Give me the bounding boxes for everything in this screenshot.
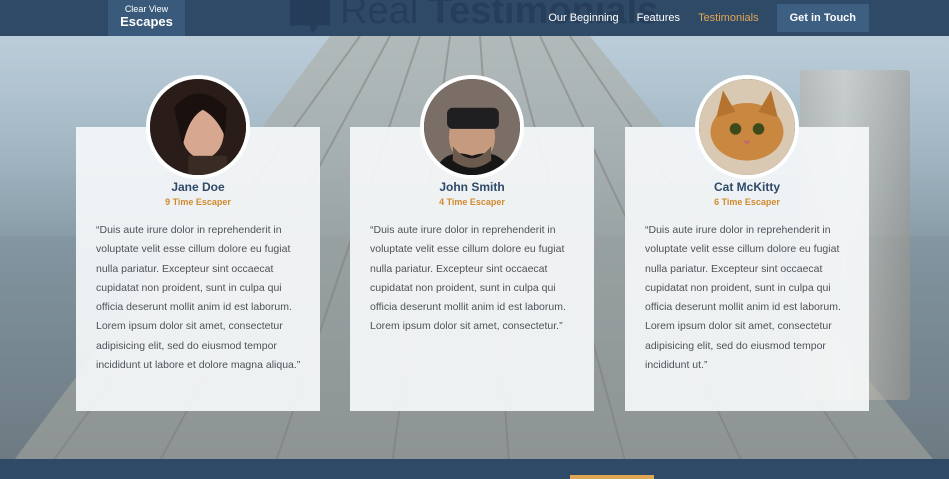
testimonial-name: John Smith [439, 180, 505, 194]
brand-logo[interactable]: Clear View Escapes [108, 0, 185, 36]
nav-our-beginning[interactable]: Our Beginning [548, 12, 618, 24]
testimonial-card: John Smith 4 Time Escaper “Duis aute iru… [350, 75, 594, 411]
get-in-touch-button[interactable]: Get in Touch [776, 4, 869, 32]
cat-portrait-icon [699, 79, 795, 175]
testimonial-name: Cat McKitty [713, 180, 780, 194]
testimonial-card: Jane Doe 9 Time Escaper “Duis aute irure… [76, 75, 320, 411]
testimonial-subtitle: 6 Time Escaper [714, 197, 780, 207]
avatar [420, 75, 524, 179]
testimonial-subtitle: 4 Time Escaper [439, 197, 505, 207]
avatar [695, 75, 799, 179]
section-title-light: Real [340, 0, 419, 32]
testimonial-name: Jane Doe [171, 180, 225, 194]
testimonials-grid: Jane Doe 9 Time Escaper “Duis aute irure… [76, 75, 869, 415]
avatar [146, 75, 250, 179]
testimonial-quote: “Duis aute irure dolor in reprehenderit … [370, 224, 566, 333]
testimonial-card: Cat McKitty 6 Time Escaper “Duis aute ir… [625, 75, 869, 411]
footer-strip [0, 459, 949, 479]
brand-line1: Clear View [124, 4, 169, 14]
footer-accent-bar [570, 475, 654, 479]
man-vr-headset-icon [424, 79, 520, 175]
testimonial-quote: “Duis aute irure dolor in reprehenderit … [645, 224, 841, 372]
testimonial-subtitle: 9 Time Escaper [165, 197, 231, 207]
main-nav: Our Beginning Features Testimonials Get … [530, 0, 869, 36]
top-navigation-bar: Clear View Escapes Real Testimonials Our… [0, 0, 949, 36]
nav-testimonials[interactable]: Testimonials [698, 12, 759, 24]
woman-portrait-icon [150, 79, 246, 175]
testimonial-quote: “Duis aute irure dolor in reprehenderit … [96, 224, 301, 372]
nav-features[interactable]: Features [637, 12, 680, 24]
brand-line2: Escapes [120, 14, 173, 29]
